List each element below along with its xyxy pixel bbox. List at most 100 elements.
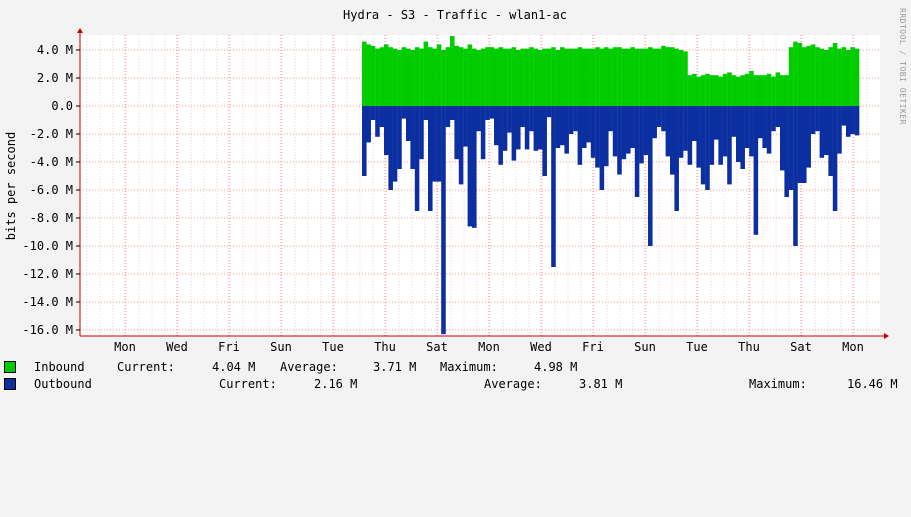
outbound-bar xyxy=(441,106,446,335)
inbound-bar xyxy=(797,43,803,106)
outbound-bar xyxy=(520,106,525,127)
inbound-average-label: Average: xyxy=(280,360,338,374)
inbound-bar xyxy=(692,73,697,106)
outbound-bar xyxy=(802,106,807,183)
outbound-bar xyxy=(793,106,798,246)
outbound-bar xyxy=(665,106,671,157)
inbound-bar xyxy=(612,47,618,106)
inbound-bar xyxy=(546,48,552,106)
outbound-bar xyxy=(577,106,583,165)
inbound-bar xyxy=(423,41,429,106)
outbound-bar xyxy=(498,106,503,165)
inbound-bar xyxy=(397,50,402,106)
outbound-maximum-value: 16.46 M xyxy=(847,377,898,391)
outbound-bar xyxy=(784,106,789,197)
inbound-bar xyxy=(489,47,495,106)
x-tick-label: Sat xyxy=(426,340,448,354)
outbound-bar xyxy=(423,106,429,120)
outbound-bar xyxy=(775,106,781,127)
inbound-bar xyxy=(621,48,627,106)
outbound-bar xyxy=(749,106,754,157)
inbound-bar xyxy=(366,44,371,106)
inbound-average-value: 3.71 M xyxy=(373,360,417,374)
inbound-bar xyxy=(375,48,380,106)
inbound-bar xyxy=(480,48,486,106)
inbound-bar xyxy=(502,48,508,106)
inbound-bar xyxy=(740,75,745,106)
outbound-bar xyxy=(529,106,534,132)
inbound-bar xyxy=(718,76,723,106)
outbound-bar xyxy=(388,106,393,190)
outbound-bar xyxy=(480,106,486,160)
inbound-bar xyxy=(643,48,649,106)
inbound-bar xyxy=(784,75,789,106)
inbound-bar xyxy=(758,75,763,106)
inbound-bar xyxy=(753,75,759,106)
outbound-bar xyxy=(846,106,851,137)
inbound-bar xyxy=(815,47,820,106)
outbound-bar xyxy=(560,106,565,146)
inbound-bar xyxy=(472,48,477,106)
outbound-bar xyxy=(463,106,468,147)
inbound-bar xyxy=(392,48,398,106)
inbound-bar xyxy=(736,76,741,106)
x-tick-label: Thu xyxy=(374,340,396,354)
inbound-bar xyxy=(687,75,693,106)
outbound-bar xyxy=(458,106,464,185)
inbound-bar xyxy=(780,75,785,106)
outbound-bar xyxy=(370,106,376,120)
y-tick-label: -16.0 M xyxy=(22,323,73,337)
inbound-bar xyxy=(775,72,781,106)
outbound-swatch xyxy=(4,378,16,390)
inbound-bar xyxy=(564,48,569,106)
inbound-bar xyxy=(551,47,556,106)
outbound-bar xyxy=(551,106,556,267)
inbound-bar xyxy=(406,48,411,106)
outbound-bar xyxy=(687,106,693,165)
inbound-bar xyxy=(428,47,433,106)
outbound-bar xyxy=(832,106,838,211)
inbound-bar xyxy=(841,47,847,106)
outbound-bar xyxy=(432,106,437,182)
outbound-bar xyxy=(612,106,618,157)
inbound-bar xyxy=(700,75,706,106)
outbound-bar xyxy=(758,106,763,139)
outbound-bar xyxy=(727,106,732,185)
outbound-bar xyxy=(476,106,481,132)
inbound-current-label: Current: xyxy=(117,360,175,374)
outbound-bar xyxy=(683,106,688,151)
outbound-bar xyxy=(736,106,741,162)
inbound-bar xyxy=(727,72,732,106)
inbound-bar xyxy=(854,48,860,106)
outbound-bar xyxy=(652,106,657,139)
outbound-bar xyxy=(828,106,833,176)
inbound-bar xyxy=(652,48,657,106)
inbound-bar xyxy=(639,48,644,106)
outbound-bar xyxy=(366,106,371,143)
inbound-bar xyxy=(555,50,561,106)
inbound-bar xyxy=(793,41,798,106)
inbound-bar xyxy=(498,47,503,106)
inbound-bar xyxy=(819,48,825,106)
inbound-bar xyxy=(604,47,609,106)
inbound-bar xyxy=(705,73,710,106)
inbound-bar xyxy=(388,47,393,106)
outbound-bar xyxy=(533,106,539,151)
outbound-bar xyxy=(850,106,855,134)
x-tick-label: Sat xyxy=(790,340,812,354)
inbound-bar xyxy=(450,36,455,106)
inbound-bar xyxy=(709,75,715,106)
outbound-bar xyxy=(705,106,710,190)
outbound-bar xyxy=(718,106,723,165)
inbound-bar xyxy=(494,48,499,106)
inbound-bar xyxy=(850,47,855,106)
inbound-bar xyxy=(586,48,591,106)
inbound-bar xyxy=(599,48,605,106)
inbound-bar xyxy=(678,50,684,106)
inbound-bar xyxy=(568,48,574,106)
outbound-bar xyxy=(824,106,829,155)
outbound-bar xyxy=(639,106,644,164)
x-tick-label: Mon xyxy=(842,340,864,354)
outbound-bar xyxy=(819,106,825,158)
inbound-bar xyxy=(634,48,640,106)
